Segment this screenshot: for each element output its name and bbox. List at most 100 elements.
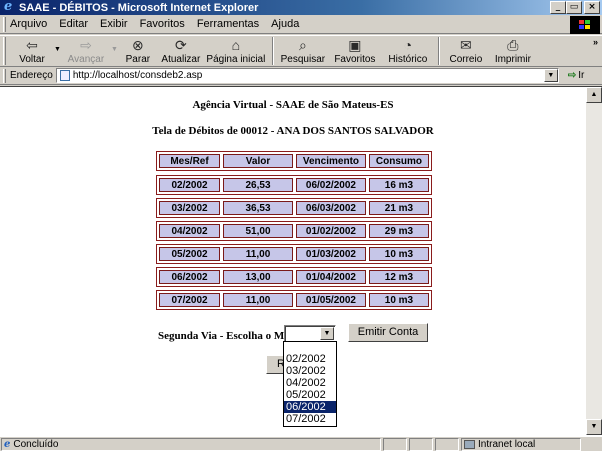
menu-ferramentas[interactable]: Ferramentas: [197, 18, 259, 30]
refresh-label: Atualizar: [161, 54, 201, 65]
cell-mesref: 06/2002: [159, 270, 221, 284]
menu-bar: Arquivo Editar Exibir Favoritos Ferramen…: [0, 15, 602, 34]
address-url: http://localhost/consdeb2.asp: [72, 70, 203, 81]
vertical-scrollbar[interactable]: ▲ ▼: [586, 87, 602, 435]
menu-favoritos[interactable]: Favoritos: [140, 18, 185, 30]
go-button[interactable]: ⇨ Ir: [568, 70, 585, 81]
header-vencimento: Vencimento: [295, 154, 366, 168]
forward-dropdown-icon[interactable]: ▼: [111, 46, 118, 53]
search-button[interactable]: ⌕ Pesquisar: [278, 36, 328, 66]
month-option[interactable]: 07/2002: [284, 413, 336, 425]
intranet-zone-icon: [464, 439, 475, 449]
history-button[interactable]: ◔ Histórico: [382, 36, 434, 66]
search-icon: ⌕: [298, 36, 307, 53]
go-label: Ir: [578, 70, 585, 81]
forward-button[interactable]: ⇨ Avançar: [61, 36, 111, 66]
back-button[interactable]: ⇦ Voltar: [10, 36, 54, 66]
cell-mesref: 02/2002: [159, 178, 221, 192]
status-panel-empty: [383, 437, 407, 451]
cell-vencimento: 01/02/2002: [295, 224, 366, 238]
header-mesref: Mes/Ref: [159, 154, 221, 168]
cell-vencimento: 06/02/2002: [295, 178, 366, 192]
month-option[interactable]: 04/2002: [284, 377, 336, 389]
cell-consumo: 12 m3: [368, 270, 429, 284]
cell-mesref: 04/2002: [159, 224, 221, 238]
favorites-button[interactable]: ▣ Favoritos: [328, 36, 382, 66]
history-label: Histórico: [388, 54, 428, 65]
chevron-down-icon[interactable]: ▼: [320, 327, 334, 340]
table-row: 04/2002 51,00 01/02/2002 29 m3: [156, 221, 432, 241]
month-dropdown-list: 02/2002 03/2002 04/2002 05/2002 06/2002 …: [283, 341, 337, 427]
cell-vencimento: 06/03/2002: [295, 201, 366, 215]
table-row: 02/2002 26,53 06/02/2002 16 m3: [156, 175, 432, 195]
month-option-selected[interactable]: 06/2002: [284, 401, 336, 413]
maximize-button[interactable]: ▭: [566, 1, 582, 14]
cell-valor: 26,53: [223, 178, 293, 192]
address-label: Endereço: [10, 70, 53, 81]
minimize-button[interactable]: _: [550, 1, 566, 14]
menu-editar[interactable]: Editar: [59, 18, 88, 30]
windows-logo-icon: [570, 16, 600, 34]
toolbar-separator: [437, 37, 440, 65]
zone-text: Intranet local: [478, 438, 536, 450]
table-row: 03/2002 36,53 06/03/2002 21 m3: [156, 198, 432, 218]
address-bar: Endereço http://localhost/consdeb2.asp ▼…: [0, 67, 602, 85]
address-dropdown-icon[interactable]: ▼: [543, 69, 558, 82]
address-grip[interactable]: [3, 68, 6, 83]
cell-consumo: 10 m3: [368, 247, 429, 261]
cell-mesref: 05/2002: [159, 247, 221, 261]
month-option[interactable]: 05/2002: [284, 389, 336, 401]
stop-icon: ⊗: [132, 36, 144, 53]
mail-button[interactable]: ✉ Correio: [444, 36, 488, 66]
menu-ajuda[interactable]: Ajuda: [271, 18, 299, 30]
address-input[interactable]: http://localhost/consdeb2.asp ▼: [55, 68, 559, 83]
home-label: Página inicial: [206, 54, 266, 65]
search-label: Pesquisar: [280, 54, 326, 65]
month-option[interactable]: 03/2002: [284, 365, 336, 377]
cell-valor: 11,00: [223, 293, 293, 307]
home-icon: ⌂: [231, 37, 241, 53]
refresh-button[interactable]: ⟳ Atualizar: [158, 36, 204, 66]
month-option[interactable]: 02/2002: [284, 353, 336, 365]
emitir-conta-button[interactable]: Emitir Conta: [348, 323, 428, 342]
window-title: SAAE - DÉBITOS - Microsoft Internet Expl…: [19, 1, 259, 14]
table-row: 07/2002 11,00 01/05/2002 10 m3: [156, 290, 432, 310]
status-panel: e Concluído: [1, 437, 381, 451]
close-button[interactable]: ×: [584, 1, 600, 14]
status-bar: e Concluído Intranet local: [0, 436, 602, 451]
mail-label: Correio: [449, 54, 483, 65]
refresh-icon: ⟳: [175, 36, 187, 53]
cell-vencimento: 01/05/2002: [295, 293, 366, 307]
stop-button[interactable]: ⊗ Parar: [118, 36, 158, 66]
print-button[interactable]: ⎙ Imprimir: [488, 36, 538, 66]
page-icon: [59, 70, 70, 81]
scroll-up-icon[interactable]: ▲: [586, 87, 602, 103]
menu-exibir[interactable]: Exibir: [100, 18, 128, 30]
header-valor: Valor: [223, 154, 293, 168]
mail-icon: ✉: [460, 36, 472, 53]
zone-panel: Intranet local: [461, 437, 581, 451]
forward-arrow-icon: ⇨: [80, 36, 92, 53]
cell-mesref: 07/2002: [159, 293, 221, 307]
scroll-down-icon[interactable]: ▼: [586, 419, 602, 435]
back-dropdown-icon[interactable]: ▼: [54, 46, 61, 53]
table-row: 05/2002 11,00 01/03/2002 10 m3: [156, 244, 432, 264]
menu-arquivo[interactable]: Arquivo: [10, 18, 47, 30]
menu-grip[interactable]: [3, 16, 6, 32]
print-label: Imprimir: [494, 54, 531, 65]
window-controls: _ ▭ ×: [550, 1, 600, 14]
status-text: Concluído: [13, 438, 59, 450]
cell-consumo: 21 m3: [368, 201, 429, 215]
history-icon: ◔: [403, 37, 413, 53]
toolbar-grip[interactable]: [3, 37, 6, 65]
cell-valor: 11,00: [223, 247, 293, 261]
back-label: Voltar: [19, 54, 45, 65]
home-button[interactable]: ⌂ Página inicial: [204, 36, 268, 66]
segunda-via-label: Segunda Via - Escolha o Mês:: [158, 330, 298, 342]
month-select[interactable]: ▼: [284, 325, 336, 342]
toolbar-overflow-icon[interactable]: »: [593, 37, 598, 47]
cell-mesref: 03/2002: [159, 201, 221, 215]
go-arrow-icon: ⇨: [567, 70, 577, 81]
status-panel-empty: [409, 437, 433, 451]
cell-consumo: 16 m3: [368, 178, 429, 192]
